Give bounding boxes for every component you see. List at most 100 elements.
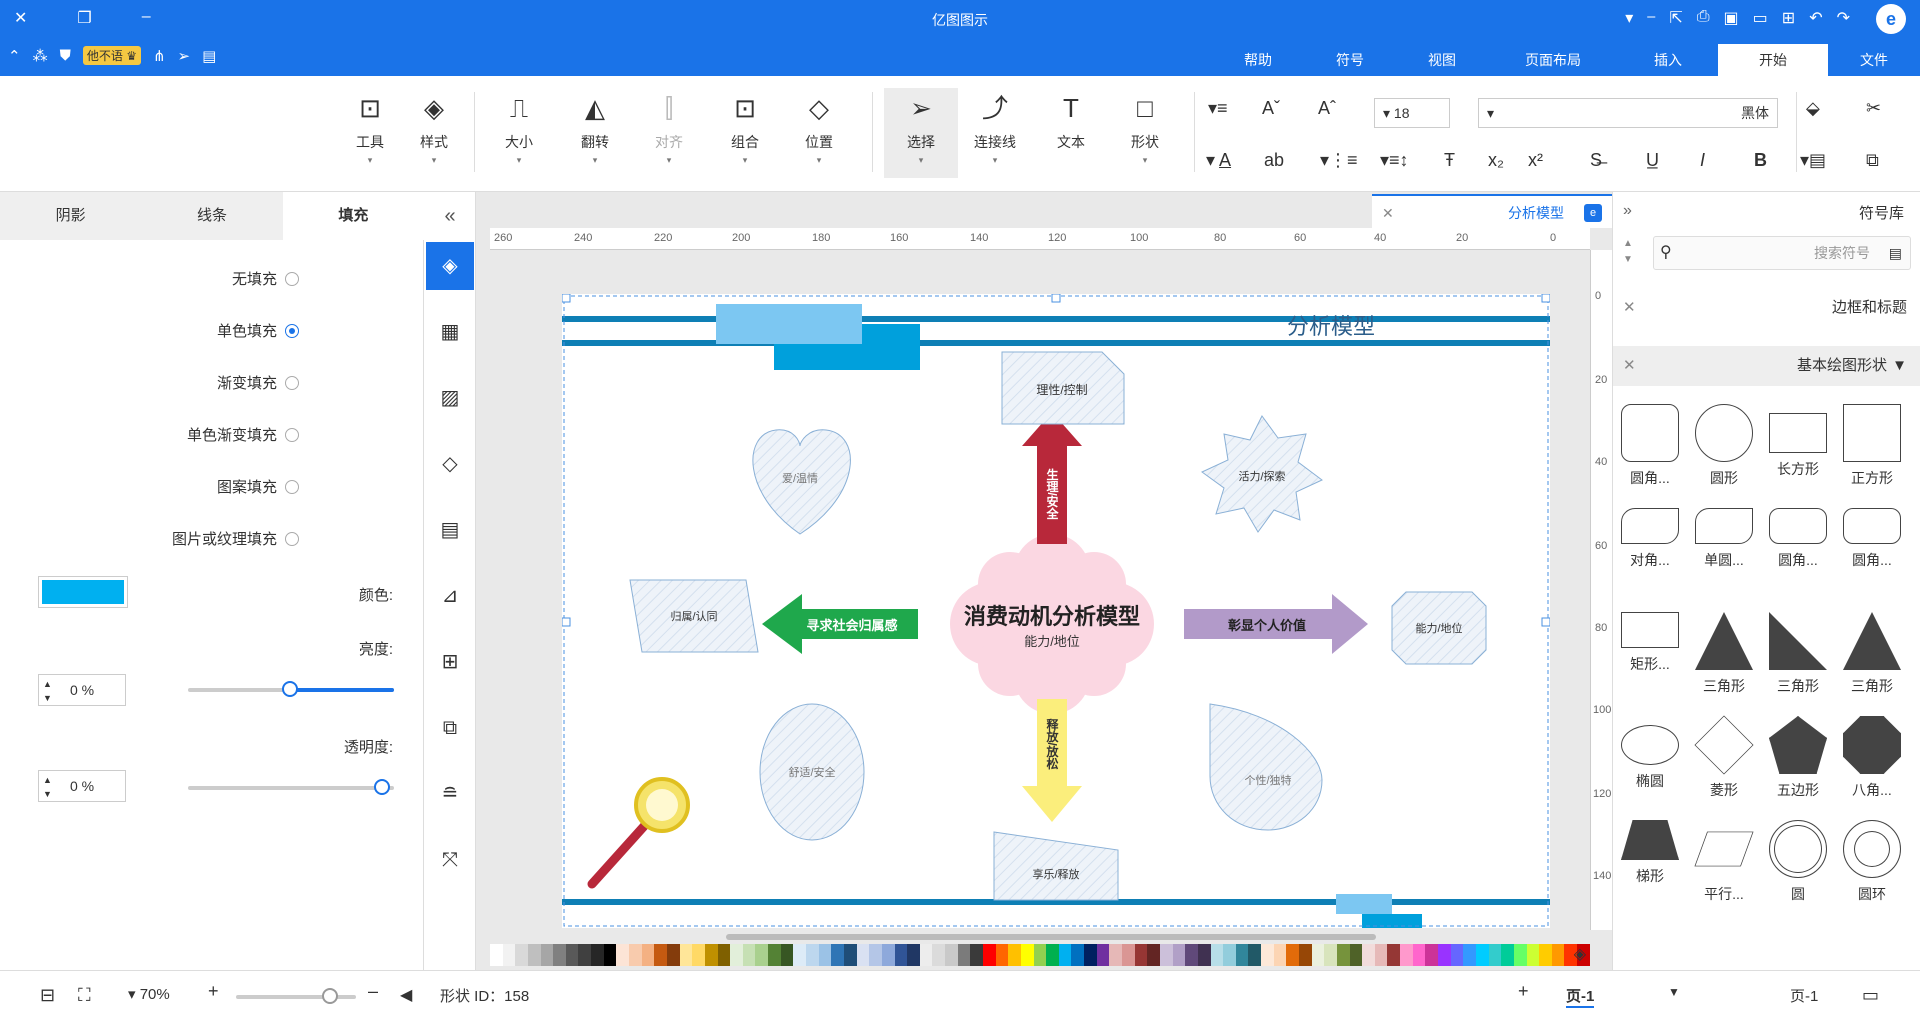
- color-swatch[interactable]: [1362, 944, 1375, 966]
- color-swatch[interactable]: [1096, 944, 1110, 966]
- color-swatch[interactable]: [1020, 944, 1034, 966]
- shape-item[interactable]: 梯形: [1614, 816, 1686, 912]
- color-swatch[interactable]: [1046, 944, 1059, 966]
- color-swatch[interactable]: [1438, 944, 1451, 966]
- radio-icon[interactable]: [285, 479, 299, 494]
- horizontal-scrollbar[interactable]: [726, 934, 1376, 940]
- slider-knob[interactable]: [322, 988, 338, 1004]
- apps-icon[interactable]: ⁂: [33, 47, 48, 65]
- color-swatch[interactable]: [1311, 944, 1325, 966]
- page-list-label[interactable]: 页-1: [1790, 985, 1818, 1006]
- list-icon[interactable]: ▾⋮≡: [1320, 150, 1358, 171]
- paste-icon[interactable]: ▾▤: [1800, 150, 1826, 171]
- color-swatch[interactable]: [1147, 944, 1160, 966]
- transparency-slider[interactable]: [188, 779, 394, 795]
- scatter-icon[interactable]: ⤧: [426, 836, 474, 884]
- subscript-icon[interactable]: x₂: [1488, 150, 1504, 171]
- radio-icon[interactable]: [285, 271, 299, 286]
- transparency-input[interactable]: ▲ ▼ 0 %: [38, 770, 126, 802]
- color-swatch[interactable]: [1122, 944, 1135, 966]
- zoom-select[interactable]: ▾ 70%: [128, 985, 170, 1003]
- radio-icon[interactable]: [285, 427, 299, 442]
- menu-home[interactable]: 开始: [1718, 44, 1828, 76]
- position-button[interactable]: ◇ 位置 ▾: [788, 88, 850, 178]
- color-swatch[interactable]: [1374, 944, 1388, 966]
- canvas-area[interactable]: ✕ 分析模型 e 260 240 220 200 180 160 140 120…: [476, 192, 1612, 970]
- color-swatch[interactable]: [843, 944, 857, 966]
- color-swatch[interactable]: [515, 944, 528, 966]
- new-icon[interactable]: ⊞: [1782, 8, 1795, 28]
- color-swatch[interactable]: [1008, 944, 1021, 966]
- color-swatch[interactable]: [591, 944, 604, 966]
- color-swatch[interactable]: [831, 944, 844, 966]
- shape-item[interactable]: 圆形: [1688, 400, 1760, 496]
- color-swatch[interactable]: [502, 944, 516, 966]
- color-swatch[interactable]: [654, 944, 667, 966]
- color-swatch[interactable]: [1185, 944, 1198, 966]
- shape-item[interactable]: 圆: [1762, 816, 1834, 912]
- document-tab[interactable]: ✕ 分析模型 e: [1372, 194, 1612, 228]
- color-swatch[interactable]: [1286, 944, 1299, 966]
- page-dropdown-icon[interactable]: ▼: [1668, 985, 1680, 999]
- color-swatch[interactable]: [957, 944, 971, 966]
- expand-icon[interactable]: ▼: [1892, 346, 1907, 386]
- color-swatch[interactable]: [717, 944, 731, 966]
- shape-item[interactable]: 椭圆: [1614, 712, 1686, 808]
- layers-icon[interactable]: ◇: [426, 440, 474, 488]
- shape-item[interactable]: 三角形: [1762, 608, 1834, 704]
- color-swatch[interactable]: [704, 944, 718, 966]
- color-swatch[interactable]: [881, 944, 895, 966]
- print-icon[interactable]: ⎙: [1697, 8, 1710, 28]
- zoom-slider[interactable]: [236, 988, 356, 1004]
- copy-icon[interactable]: ⧉: [1866, 150, 1879, 171]
- color-swatch[interactable]: [970, 944, 983, 966]
- color-swatch[interactable]: [919, 944, 933, 966]
- color-swatch[interactable]: [616, 944, 630, 966]
- fill-option-pattern[interactable]: 图案填充: [217, 476, 299, 497]
- color-swatch[interactable]: [1172, 944, 1186, 966]
- diagram-title[interactable]: 分析模型: [1287, 314, 1375, 339]
- color-swatch[interactable]: [490, 944, 503, 966]
- menu-file[interactable]: 文件: [1828, 44, 1920, 76]
- color-swatch[interactable]: [806, 944, 819, 966]
- zoom-out-icon[interactable]: –: [368, 981, 378, 1002]
- shape-button[interactable]: □ 形状 ▾: [1114, 88, 1176, 178]
- play-icon[interactable]: ◀: [400, 985, 412, 1005]
- shape-item[interactable]: 圆角...: [1614, 400, 1686, 496]
- fill-icon[interactable]: ◈: [426, 242, 474, 290]
- color-swatch[interactable]: [1299, 944, 1312, 966]
- share-icon[interactable]: ⋔: [153, 47, 166, 65]
- radio-checked-icon[interactable]: [285, 323, 299, 338]
- tab-line[interactable]: 线条: [141, 192, 282, 240]
- line-spacing-icon[interactable]: ▾≡: [1208, 98, 1228, 119]
- shape-item[interactable]: 圆角...: [1762, 504, 1834, 600]
- cut-icon[interactable]: ✂: [1866, 98, 1881, 119]
- text-button[interactable]: T 文本: [1040, 88, 1102, 178]
- color-swatch[interactable]: [894, 944, 908, 966]
- symbol-search-input[interactable]: ⚲ 搜索符号 ▤: [1653, 236, 1911, 270]
- color-swatch[interactable]: [856, 944, 870, 966]
- page-tab-1[interactable]: 页-1: [1566, 985, 1595, 1008]
- page-view-icon[interactable]: ▭: [1862, 985, 1879, 1006]
- menu-layout[interactable]: 页面布局: [1488, 44, 1618, 76]
- color-swatch[interactable]: [1261, 944, 1274, 966]
- font-size-select[interactable]: ▾ 18: [1374, 98, 1450, 128]
- comment-icon[interactable]: ▤: [202, 47, 216, 65]
- shape-item[interactable]: 平行...: [1688, 816, 1760, 912]
- shape-item[interactable]: 八角...: [1836, 712, 1908, 808]
- font-shrink-icon[interactable]: Aˇ: [1262, 98, 1280, 119]
- color-swatch[interactable]: [793, 944, 807, 966]
- shirt-icon[interactable]: ⛊: [60, 47, 71, 64]
- highlight-icon[interactable]: ab: [1264, 150, 1284, 171]
- fill-option-gradient[interactable]: 渐变填充: [217, 372, 299, 393]
- color-swatch[interactable]: [945, 944, 958, 966]
- color-swatch[interactable]: [666, 944, 680, 966]
- close-icon[interactable]: ✕: [1623, 346, 1636, 386]
- puzzle-icon[interactable]: ⧉: [426, 704, 474, 752]
- strikethrough-icon[interactable]: S̶: [1590, 150, 1602, 171]
- group-button[interactable]: ⊡ 组合 ▾: [714, 88, 776, 178]
- scroll-arrows[interactable]: ▲ ▼: [1623, 236, 1633, 268]
- library-icon[interactable]: ▤: [1889, 237, 1902, 269]
- menu-insert[interactable]: 插入: [1618, 44, 1718, 76]
- color-swatch[interactable]: [578, 944, 592, 966]
